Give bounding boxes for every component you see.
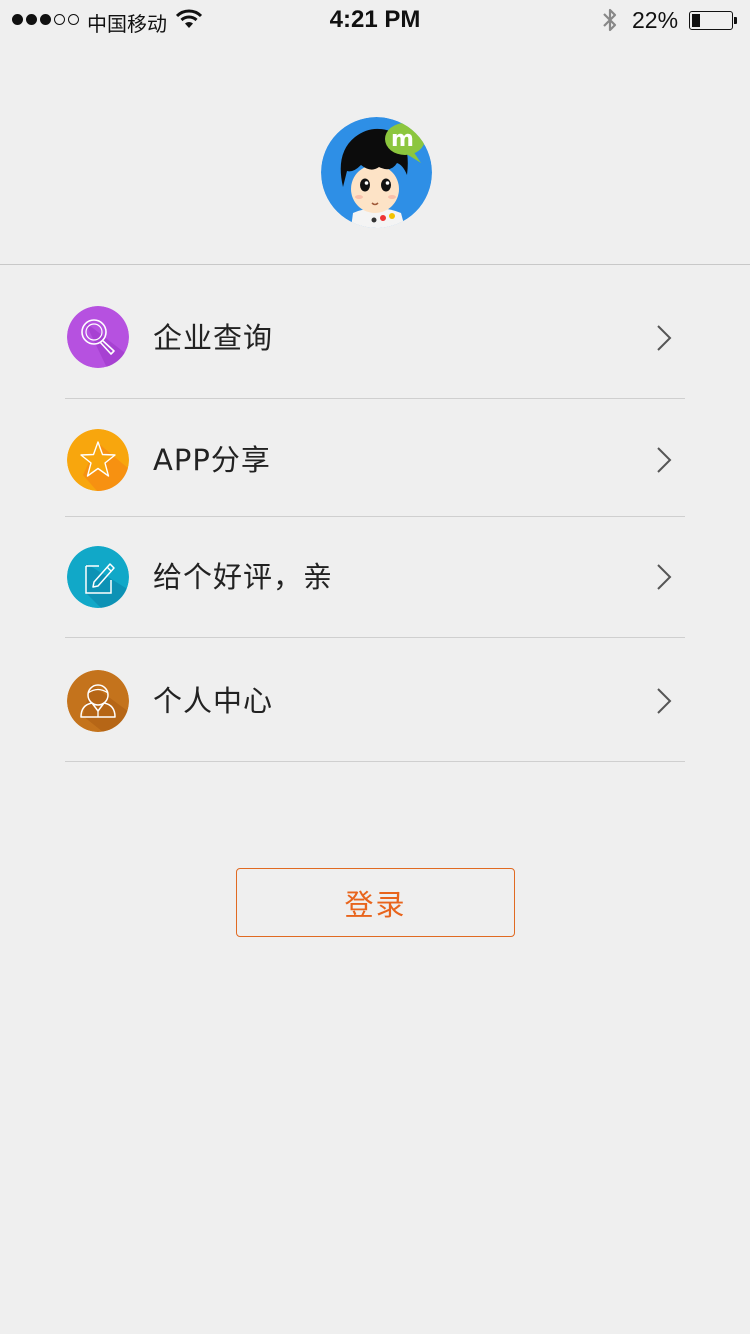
header-divider	[0, 264, 750, 265]
menu-item-label: 企业查询	[153, 321, 274, 355]
star-icon	[67, 429, 129, 491]
menu-item-label: 个人中心	[153, 684, 274, 718]
chevron-right-icon	[657, 688, 672, 714]
chevron-right-icon	[657, 447, 672, 473]
avatar-badge-text: m	[391, 127, 414, 152]
menu-item-personal-center[interactable]: 个人中心	[65, 638, 685, 762]
menu-item-app-share[interactable]: APP分享	[65, 399, 685, 517]
battery-percentage: 22%	[632, 7, 679, 33]
status-bar: 中国移动 4:21 PM 22%	[0, 0, 750, 40]
edit-icon	[67, 546, 129, 608]
menu-divider	[65, 761, 685, 762]
menu-item-give-review[interactable]: 给个好评，亲	[65, 517, 685, 638]
cartoon-avatar-icon: m	[321, 117, 432, 228]
user-icon	[67, 670, 129, 732]
menu-item-company-search[interactable]: 企业查询	[65, 280, 685, 399]
search-icon	[67, 306, 129, 368]
menu-item-label: 给个好评，亲	[153, 560, 334, 594]
chevron-right-icon	[657, 564, 672, 590]
profile-avatar[interactable]: m	[321, 117, 432, 228]
login-button[interactable]: 登录	[236, 868, 515, 937]
battery-fill	[692, 14, 700, 27]
menu-item-label: APP分享	[153, 443, 271, 477]
chevron-right-icon	[657, 325, 672, 351]
battery-icon	[689, 11, 737, 30]
bluetooth-icon	[603, 8, 617, 32]
